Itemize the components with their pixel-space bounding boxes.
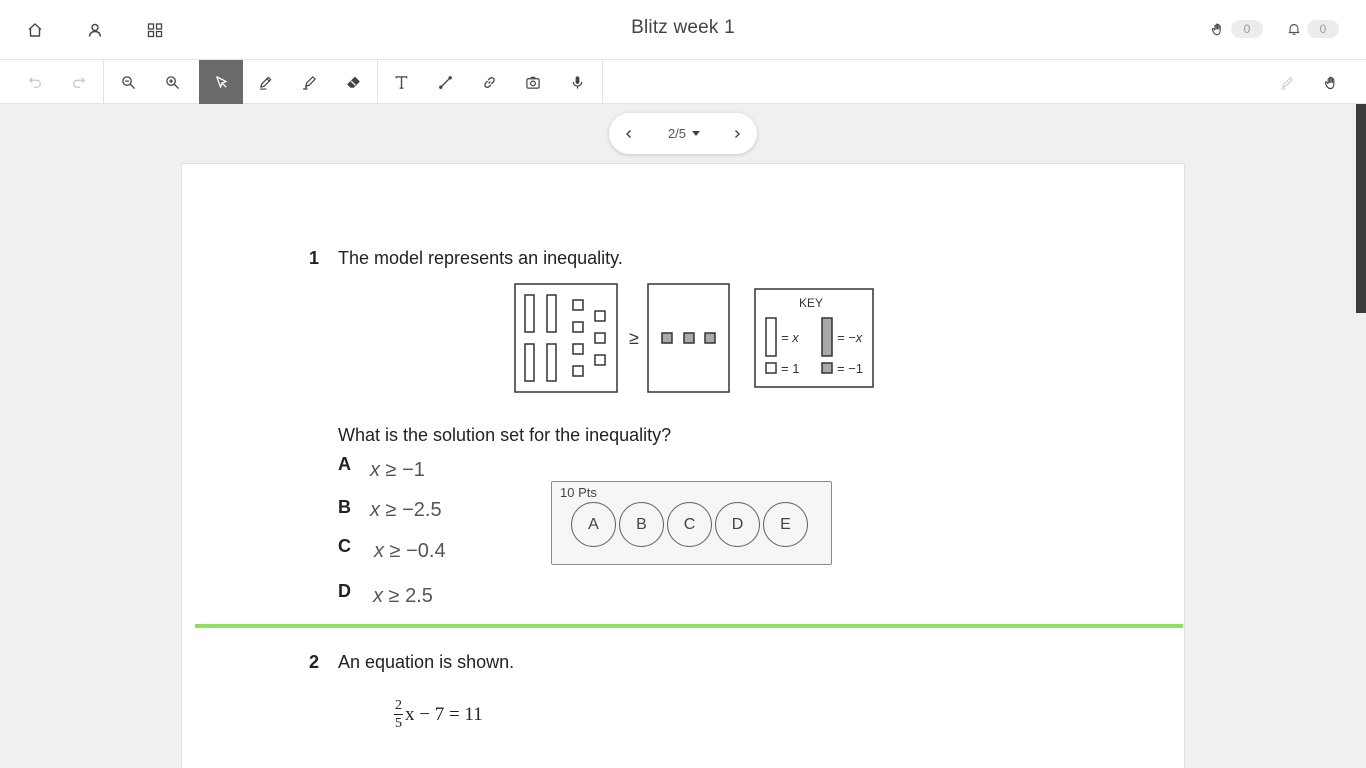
choice-a-text: x ≥ −1 bbox=[370, 459, 425, 481]
key-neg-x-label: = −x bbox=[837, 330, 863, 345]
choice-b-text: x ≥ −2.5 bbox=[370, 499, 442, 521]
toolbar-divider bbox=[103, 60, 104, 104]
caret-down-icon bbox=[692, 131, 701, 136]
answer-option-b[interactable]: B bbox=[619, 502, 664, 547]
camera-tool-button[interactable] bbox=[511, 60, 555, 104]
text-icon bbox=[395, 75, 407, 89]
top-header: Blitz week 1 0 0 bbox=[0, 0, 1366, 60]
bell-icon bbox=[1288, 24, 1300, 35]
microphone-tool-button[interactable] bbox=[555, 60, 599, 104]
choice-c-letter: C bbox=[338, 536, 351, 556]
redo-icon bbox=[73, 77, 86, 88]
answer-option-d[interactable]: D bbox=[715, 502, 760, 547]
question-number: 2 bbox=[309, 652, 320, 672]
cursor-icon bbox=[215, 75, 227, 88]
line-icon bbox=[438, 75, 452, 89]
raised-hands-counter[interactable]: 0 bbox=[1211, 18, 1263, 40]
question-prompt: The model represents an inequality. bbox=[338, 248, 623, 268]
zoom-out-icon bbox=[121, 75, 135, 89]
zoom-in-button[interactable] bbox=[150, 60, 194, 104]
left-tiles-box bbox=[514, 283, 618, 393]
chevron-right-icon bbox=[735, 129, 740, 138]
link-tool-button[interactable] bbox=[467, 60, 511, 104]
question-divider bbox=[195, 624, 1183, 628]
camera-icon bbox=[526, 76, 540, 89]
line-tool-button[interactable] bbox=[423, 60, 467, 104]
choice-a-letter: A bbox=[338, 454, 351, 474]
pen-tool-button[interactable] bbox=[243, 60, 287, 104]
redo-button[interactable] bbox=[57, 60, 101, 104]
highlighter-icon bbox=[302, 75, 316, 90]
document-title: Blitz week 1 bbox=[631, 17, 735, 38]
notifications-count: 0 bbox=[1307, 20, 1339, 38]
eraser-icon bbox=[346, 76, 360, 88]
undo-icon bbox=[28, 77, 41, 88]
undo-button[interactable] bbox=[13, 60, 57, 104]
text-tool-button[interactable] bbox=[379, 60, 423, 104]
pen-icon bbox=[259, 76, 271, 90]
answer-option-e[interactable]: E bbox=[763, 502, 808, 547]
question-number: 1 bbox=[309, 248, 320, 268]
chevron-left-icon bbox=[626, 129, 631, 138]
fraction-numerator: 2 bbox=[394, 698, 403, 715]
question-subprompt: What is the solution set for the inequal… bbox=[338, 425, 672, 445]
hand-icon bbox=[1211, 23, 1221, 36]
notifications-counter[interactable]: 0 bbox=[1287, 18, 1339, 40]
home-button[interactable] bbox=[20, 15, 50, 45]
zoom-in-icon bbox=[165, 75, 179, 89]
user-icon bbox=[88, 23, 102, 37]
eraser-tool-button[interactable] bbox=[331, 60, 375, 104]
next-page-button[interactable] bbox=[717, 113, 757, 154]
raised-hands-count: 0 bbox=[1231, 20, 1263, 38]
microphone-icon bbox=[572, 75, 582, 89]
choice-d-text: x ≥ 2.5 bbox=[373, 585, 433, 607]
question-prompt: An equation is shown. bbox=[338, 652, 515, 672]
choice-d-letter: D bbox=[338, 581, 351, 601]
annotation-toolbar bbox=[0, 60, 1366, 104]
select-tool-button[interactable] bbox=[199, 60, 243, 104]
pan-tool-button[interactable] bbox=[1309, 60, 1353, 104]
previous-page-button[interactable] bbox=[609, 113, 649, 154]
document-page: 1 The model represents an inequality. ≥ bbox=[181, 163, 1185, 768]
signature-tool-button[interactable] bbox=[1265, 60, 1309, 104]
key-x-label: = x bbox=[781, 330, 799, 345]
toolbar-divider bbox=[602, 60, 603, 104]
hand-icon bbox=[1324, 76, 1334, 89]
page-label: 2/5 bbox=[667, 126, 687, 141]
right-tiles-box bbox=[647, 283, 730, 393]
algebra-tiles-diagram: ≥ KEY = x = −x = 1 = −1 bbox=[514, 283, 874, 393]
equation-expression: x − 7 = 11 bbox=[405, 704, 483, 725]
page-select-dropdown[interactable]: 2/5 bbox=[659, 113, 709, 154]
equation: 2 5 x − 7 = 11 bbox=[394, 699, 483, 731]
choice-b-letter: B bbox=[338, 497, 351, 517]
signature-icon bbox=[1280, 76, 1293, 90]
fraction: 2 5 bbox=[394, 699, 403, 731]
link-icon bbox=[483, 76, 495, 88]
key-one-label: = 1 bbox=[781, 361, 799, 376]
key-title: KEY bbox=[799, 296, 823, 310]
answer-option-a[interactable]: A bbox=[571, 502, 616, 547]
zoom-out-button[interactable] bbox=[106, 60, 150, 104]
fraction-denominator: 5 bbox=[395, 716, 402, 731]
answer-option-c[interactable]: C bbox=[667, 502, 712, 547]
page-navigator: 2/5 bbox=[609, 113, 757, 154]
toolbar-divider bbox=[377, 60, 378, 104]
scrollbar-thumb[interactable] bbox=[1356, 104, 1366, 313]
key-neg-one-label: = −1 bbox=[837, 361, 863, 376]
inequality-symbol: ≥ bbox=[629, 328, 639, 348]
vertical-scrollbar[interactable] bbox=[1356, 104, 1366, 768]
highlighter-tool-button[interactable] bbox=[287, 60, 331, 104]
grid-icon bbox=[147, 23, 163, 38]
choice-c-text: x ≥ −0.4 bbox=[374, 540, 446, 562]
profile-button[interactable] bbox=[80, 15, 110, 45]
apps-grid-button[interactable] bbox=[140, 15, 170, 45]
points-label: 10 Pts bbox=[560, 485, 597, 500]
answer-bubble-box: 10 Pts A B C D E bbox=[551, 481, 832, 565]
home-icon bbox=[28, 23, 42, 37]
